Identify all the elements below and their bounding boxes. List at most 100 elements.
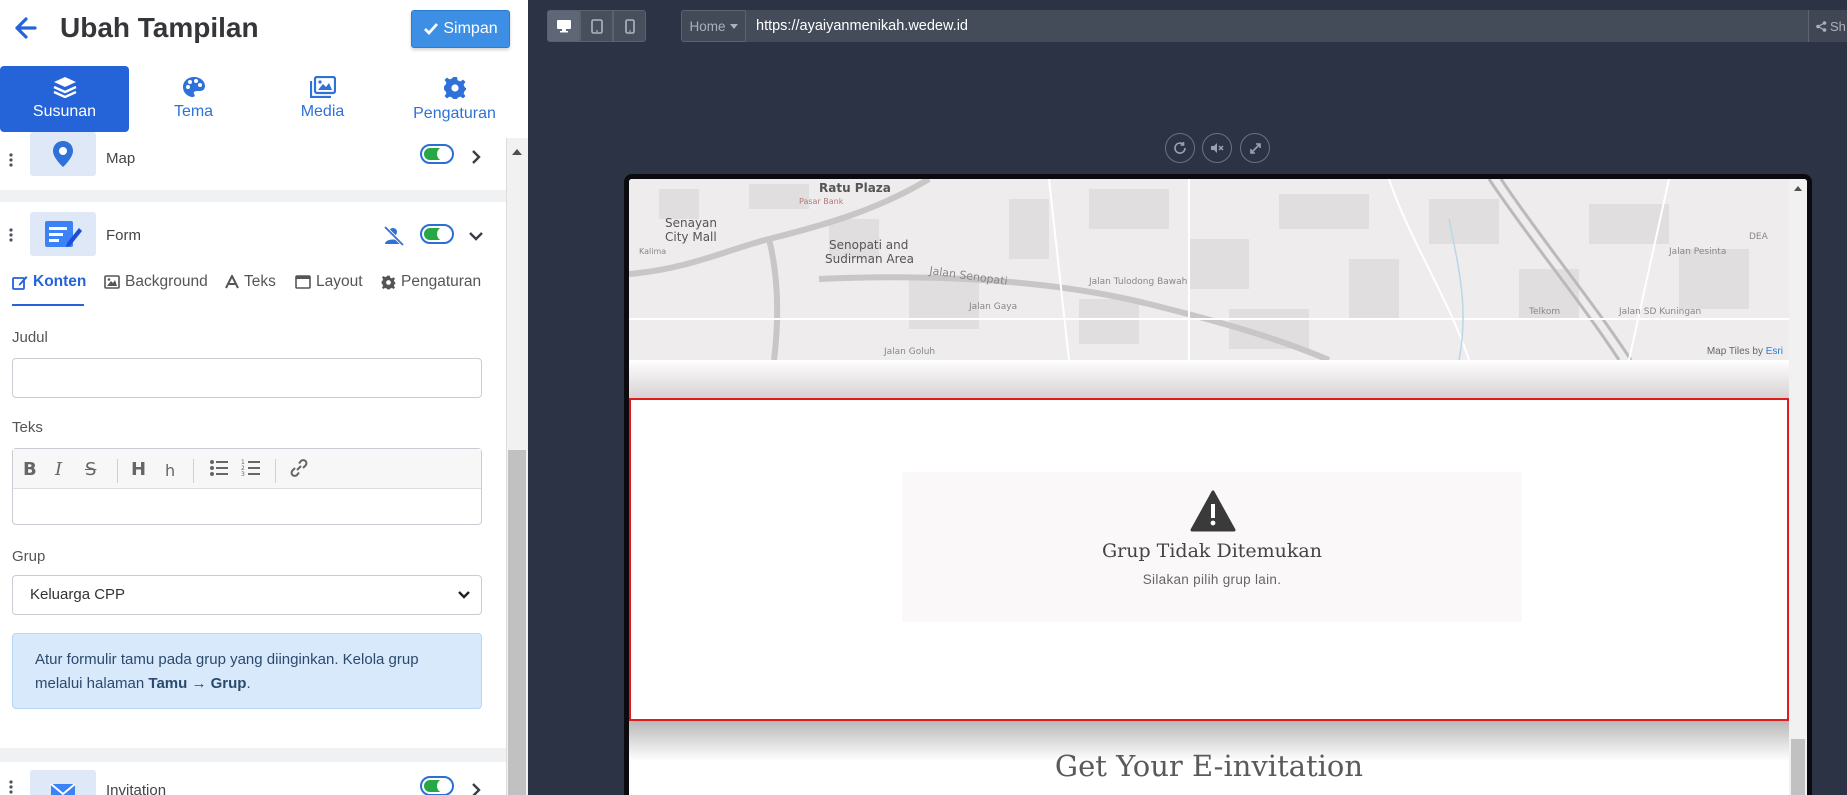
subtab-layout[interactable]: Layout — [295, 273, 363, 291]
svg-text:Jalan Gaya: Jalan Gaya — [968, 302, 1017, 312]
page-select[interactable]: Home — [681, 10, 746, 42]
svg-text:Ratu Plaza: Ratu Plaza — [819, 181, 891, 195]
mute-button[interactable] — [1202, 133, 1232, 163]
user-slash-icon[interactable] — [383, 226, 405, 246]
bullet-list-icon[interactable] — [209, 459, 229, 477]
svg-text:Jalan Pesinta: Jalan Pesinta — [1668, 247, 1726, 257]
section-toggle[interactable] — [420, 144, 454, 164]
gear-icon — [381, 275, 396, 289]
scroll-up-icon[interactable] — [511, 148, 523, 156]
map-section[interactable]: Ratu Plaza Senayan City Mall Senopati an… — [629, 179, 1789, 360]
subtab-background[interactable]: Background — [104, 273, 208, 291]
section-item-map[interactable]: Map — [0, 132, 506, 190]
teks-label: Teks — [12, 419, 43, 436]
panel-scrollbar-thumb[interactable] — [508, 450, 526, 795]
toolbar-divider — [275, 459, 276, 483]
subtab-teks[interactable]: Teks — [225, 273, 276, 291]
preview-frame: Ratu Plaza Senayan City Mall Senopati an… — [624, 174, 1812, 795]
attribution-link[interactable]: Esri — [1766, 346, 1783, 357]
svg-text:Telkom: Telkom — [1528, 307, 1560, 317]
drag-handle-icon[interactable] — [9, 780, 13, 794]
share-label: Sh — [1830, 18, 1846, 34]
scroll-up-icon[interactable] — [1793, 185, 1803, 191]
numbered-list-icon[interactable]: 123 — [241, 459, 261, 477]
fullscreen-button[interactable] — [1240, 133, 1270, 163]
judul-input[interactable] — [12, 358, 482, 398]
svg-text:3: 3 — [241, 471, 245, 477]
active-tab-underline — [12, 304, 84, 306]
group-not-found-card: Grup Tidak Ditemukan Silakan pilih grup … — [902, 472, 1522, 622]
save-button[interactable]: Simpan — [411, 10, 510, 48]
refresh-button[interactable] — [1165, 133, 1195, 163]
chevron-down-icon — [458, 591, 470, 599]
svg-text:Jalan Tulodong Bawah: Jalan Tulodong Bawah — [1088, 277, 1187, 287]
mobile-view-button[interactable] — [613, 10, 646, 42]
grup-selected-value: Keluarga CPP — [30, 586, 126, 603]
tab-label: Media — [300, 103, 345, 120]
tablet-icon — [590, 18, 603, 34]
toggle-knob — [437, 227, 451, 241]
desktop-view-button[interactable] — [547, 10, 580, 42]
warning-icon — [1190, 490, 1236, 532]
subtab-label: Background — [125, 273, 208, 290]
url-bar[interactable]: https://ayaiyanmenikah.wedew.id — [746, 10, 1808, 42]
teks-editor[interactable]: B I S H h 123 — [12, 448, 482, 525]
toggle-knob — [437, 779, 451, 793]
svg-text:Senayan: Senayan — [665, 216, 717, 230]
layers-icon — [53, 77, 76, 98]
drag-handle-icon[interactable] — [9, 228, 13, 242]
section-item-invitation[interactable]: Invitation — [0, 762, 506, 795]
grup-select[interactable]: Keluarga CPP — [12, 575, 482, 615]
toolbar-divider — [117, 459, 118, 483]
alert-link[interactable]: Tamu → Grup — [148, 675, 246, 692]
back-arrow-icon[interactable] — [12, 14, 38, 42]
subtab-label: Pengaturan — [401, 273, 482, 290]
gear-icon — [443, 77, 466, 99]
heading-large-icon[interactable]: H — [131, 459, 146, 480]
section-divider — [629, 360, 1789, 398]
share-button[interactable]: Sh — [1808, 10, 1847, 42]
subtab-konten[interactable]: Konten — [12, 273, 86, 291]
link-icon[interactable] — [289, 459, 309, 477]
svg-text:Jalan Goluh: Jalan Goluh — [883, 347, 935, 357]
preview-scrollbar-thumb[interactable] — [1791, 739, 1805, 795]
alert-end: . — [246, 675, 251, 692]
section-name: Invitation — [106, 782, 167, 795]
section-toggle[interactable] — [420, 776, 454, 795]
tab-tema[interactable]: Tema — [129, 66, 258, 132]
not-found-subtitle: Silakan pilih grup lain. — [1142, 572, 1282, 587]
tablet-view-button[interactable] — [580, 10, 613, 42]
desktop-icon — [556, 20, 571, 33]
attribution-text: Map Tiles by — [1706, 346, 1766, 357]
tab-susunan[interactable]: Susunan — [0, 66, 129, 132]
section-name: Map — [106, 150, 136, 167]
tab-media[interactable]: Media — [258, 66, 387, 132]
preview-scrollbar[interactable] — [1789, 179, 1807, 795]
svg-text:Senopati and: Senopati and — [829, 238, 908, 252]
subtab-pengaturan[interactable]: Pengaturan — [381, 273, 481, 291]
section-toggle[interactable] — [420, 224, 454, 244]
chevron-right-icon[interactable] — [468, 782, 484, 795]
subtab-label: Teks — [244, 273, 276, 290]
chevron-down-icon[interactable] — [468, 228, 484, 244]
page-title: Ubah Tampilan — [60, 12, 259, 43]
tab-pengaturan[interactable]: Pengaturan — [387, 66, 522, 132]
form-section-preview[interactable]: Grup Tidak Ditemukan Silakan pilih grup … — [629, 398, 1789, 721]
strikethrough-icon[interactable]: S — [85, 459, 96, 480]
editor-header: Ubah Tampilan Simpan — [0, 0, 528, 60]
drag-handle-icon[interactable] — [9, 153, 13, 167]
refresh-icon — [1174, 142, 1186, 154]
italic-icon[interactable]: I — [55, 459, 62, 480]
map-attribution: Map Tiles by Esri — [1707, 346, 1783, 357]
chevron-right-icon[interactable] — [468, 149, 484, 165]
tab-label: Pengaturan — [413, 105, 496, 122]
share-icon — [1816, 20, 1827, 32]
heading-small-icon[interactable]: h — [165, 461, 175, 480]
images-icon — [309, 76, 336, 98]
judul-label: Judul — [12, 329, 48, 346]
url-text: https://ayaiyanmenikah.wedew.id — [756, 18, 968, 34]
svg-text:City Mall: City Mall — [665, 230, 717, 244]
bold-icon[interactable]: B — [23, 459, 37, 480]
grup-label: Grup — [12, 548, 46, 565]
mobile-icon — [624, 18, 635, 34]
